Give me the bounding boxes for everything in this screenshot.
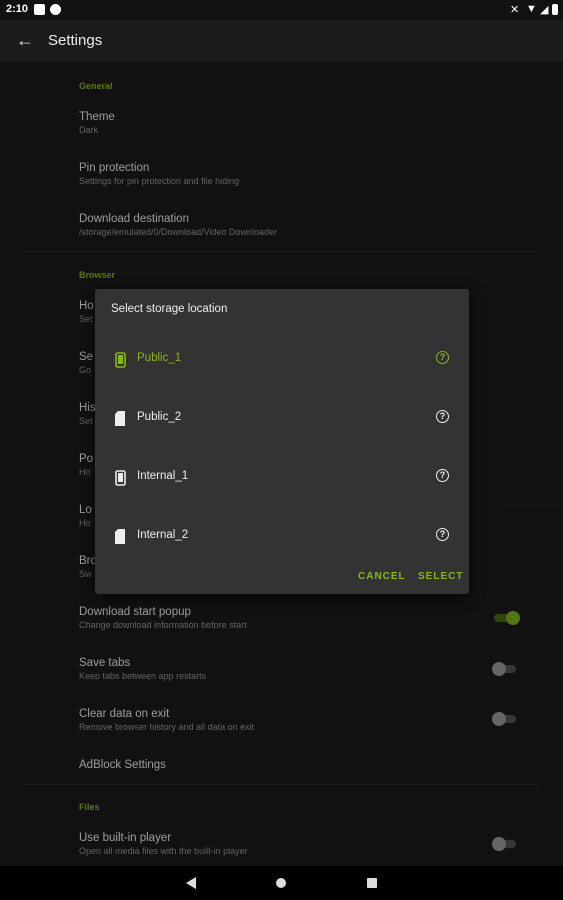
help-icon[interactable]: ? <box>436 528 449 541</box>
phone-icon <box>115 352 126 368</box>
storage-option-label: Internal_2 <box>137 529 189 541</box>
status-bar: 2:10 ✕ ▼ ◢ <box>0 0 563 20</box>
storage-option-public-1[interactable]: Public_1 ? <box>95 339 469 379</box>
select-button[interactable]: SELECT <box>418 571 463 582</box>
nav-home-icon[interactable] <box>276 878 286 888</box>
storage-option-public-2[interactable]: Public_2 ? <box>95 398 469 438</box>
nav-back-icon[interactable] <box>186 877 196 889</box>
battery-icon <box>552 4 558 15</box>
sd-card-icon <box>115 411 125 426</box>
nav-recents-icon[interactable] <box>367 878 377 888</box>
storage-location-dialog: Select storage location Public_1 ? Publi… <box>95 289 469 594</box>
storage-option-label: Public_1 <box>137 352 182 364</box>
cancel-button[interactable]: CANCEL <box>358 571 406 582</box>
mute-icon: ✕ <box>510 4 520 16</box>
storage-option-label: Public_2 <box>137 411 182 423</box>
storage-option-internal-2[interactable]: Internal_2 ? <box>95 516 469 556</box>
wifi-icon: ▼ <box>526 3 537 15</box>
phone-icon <box>115 470 126 486</box>
signal-icon: ◢ <box>540 4 549 16</box>
help-icon[interactable]: ? <box>436 469 449 482</box>
help-icon[interactable]: ? <box>436 410 449 423</box>
dialog-title: Select storage location <box>111 303 228 315</box>
app-bar: ← Settings <box>0 20 563 62</box>
notification-icon <box>34 4 45 15</box>
storage-option-label: Internal_1 <box>137 470 189 482</box>
app-notification-icon <box>50 4 61 15</box>
sd-card-icon <box>115 529 125 544</box>
status-time: 2:10 <box>6 3 29 15</box>
storage-option-internal-1[interactable]: Internal_1 ? <box>95 457 469 497</box>
page-title: Settings <box>48 32 103 49</box>
help-icon[interactable]: ? <box>436 351 449 364</box>
system-nav-bar <box>0 866 563 900</box>
back-arrow-icon[interactable]: ← <box>16 30 34 51</box>
